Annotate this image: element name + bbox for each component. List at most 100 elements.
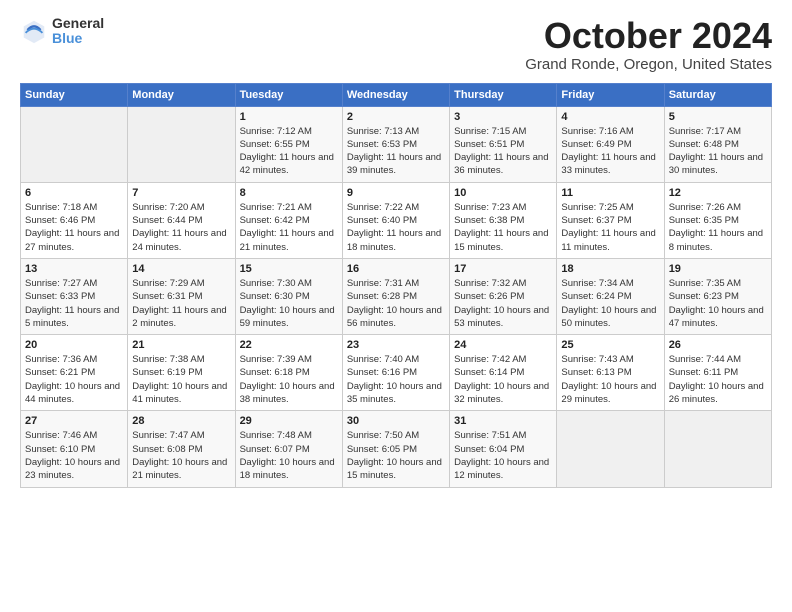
day-number: 28 <box>132 415 230 427</box>
day-info: Sunrise: 7:26 AMSunset: 6:35 PMDaylight:… <box>669 201 767 254</box>
day-info: Sunrise: 7:47 AMSunset: 6:08 PMDaylight:… <box>132 429 230 482</box>
calendar-cell: 23 Sunrise: 7:40 AMSunset: 6:16 PMDayligh… <box>342 335 449 411</box>
calendar-cell: 5Sunrise: 7:17 AMSunset: 6:48 PMDaylight… <box>664 106 771 182</box>
logo-icon <box>20 17 48 45</box>
day-info: Sunrise: 7:42 AMSunset: 6:14 PMDaylight:… <box>454 353 552 406</box>
day-info: Sunrise: 7:22 AMSunset: 6:40 PMDaylight:… <box>347 201 445 254</box>
day-number: 20 <box>25 339 123 351</box>
calendar-table: SundayMondayTuesdayWednesdayThursdayFrid… <box>20 83 772 488</box>
day-number: 10 <box>454 187 552 199</box>
day-info: Sunrise: 7:30 AMSunset: 6:30 PMDaylight:… <box>240 277 338 330</box>
day-number: 21 <box>132 339 230 351</box>
calendar-week-row: 1Sunrise: 7:12 AMSunset: 6:55 PMDaylight… <box>21 106 772 182</box>
day-info: Sunrise: 7:44 AMSunset: 6:11 PMDaylight:… <box>669 353 767 406</box>
calendar-cell: 29 Sunrise: 7:48 AMSunset: 6:07 PMDayligh… <box>235 411 342 487</box>
weekday-header: Sunday <box>21 83 128 106</box>
day-number: 29 <box>240 415 338 427</box>
calendar-cell: 7Sunrise: 7:20 AMSunset: 6:44 PMDaylight… <box>128 182 235 258</box>
day-info: Sunrise: 7:31 AMSunset: 6:28 PMDaylight:… <box>347 277 445 330</box>
day-number: 2 <box>347 111 445 123</box>
day-number: 16 <box>347 263 445 275</box>
calendar-cell: 26 Sunrise: 7:44 AMSunset: 6:11 PMDayligh… <box>664 335 771 411</box>
day-info: Sunrise: 7:16 AMSunset: 6:49 PMDaylight:… <box>561 125 659 178</box>
calendar-cell: 14 Sunrise: 7:29 AMSunset: 6:31 PMDayligh… <box>128 258 235 334</box>
day-info: Sunrise: 7:46 AMSunset: 6:10 PMDaylight:… <box>25 429 123 482</box>
day-number: 22 <box>240 339 338 351</box>
day-number: 26 <box>669 339 767 351</box>
day-number: 24 <box>454 339 552 351</box>
day-number: 27 <box>25 415 123 427</box>
calendar-cell: 27 Sunrise: 7:46 AMSunset: 6:10 PMDayligh… <box>21 411 128 487</box>
day-info: Sunrise: 7:40 AMSunset: 6:16 PMDaylight:… <box>347 353 445 406</box>
day-number: 1 <box>240 111 338 123</box>
weekday-header: Friday <box>557 83 664 106</box>
calendar-cell <box>557 411 664 487</box>
day-info: Sunrise: 7:38 AMSunset: 6:19 PMDaylight:… <box>132 353 230 406</box>
day-info: Sunrise: 7:39 AMSunset: 6:18 PMDaylight:… <box>240 353 338 406</box>
calendar-cell <box>128 106 235 182</box>
month-title: October 2024 <box>525 16 772 56</box>
day-info: Sunrise: 7:13 AMSunset: 6:53 PMDaylight:… <box>347 125 445 178</box>
day-info: Sunrise: 7:29 AMSunset: 6:31 PMDaylight:… <box>132 277 230 330</box>
calendar-cell: 4Sunrise: 7:16 AMSunset: 6:49 PMDaylight… <box>557 106 664 182</box>
weekday-header: Wednesday <box>342 83 449 106</box>
day-info: Sunrise: 7:32 AMSunset: 6:26 PMDaylight:… <box>454 277 552 330</box>
day-info: Sunrise: 7:43 AMSunset: 6:13 PMDaylight:… <box>561 353 659 406</box>
calendar-cell <box>21 106 128 182</box>
calendar-cell: 19 Sunrise: 7:35 AMSunset: 6:23 PMDayligh… <box>664 258 771 334</box>
day-number: 3 <box>454 111 552 123</box>
day-info: Sunrise: 7:51 AMSunset: 6:04 PMDaylight:… <box>454 429 552 482</box>
day-number: 5 <box>669 111 767 123</box>
calendar-cell: 18Sunrise: 7:34 AMSunset: 6:24 PMDayligh… <box>557 258 664 334</box>
day-info: Sunrise: 7:50 AMSunset: 6:05 PMDaylight:… <box>347 429 445 482</box>
day-number: 30 <box>347 415 445 427</box>
calendar-header-row: SundayMondayTuesdayWednesdayThursdayFrid… <box>21 83 772 106</box>
calendar-cell: 24 Sunrise: 7:42 AMSunset: 6:14 PMDayligh… <box>450 335 557 411</box>
day-info: Sunrise: 7:23 AMSunset: 6:38 PMDaylight:… <box>454 201 552 254</box>
calendar-cell: 9Sunrise: 7:22 AMSunset: 6:40 PMDaylight… <box>342 182 449 258</box>
calendar-cell: 21 Sunrise: 7:38 AMSunset: 6:19 PMDayligh… <box>128 335 235 411</box>
calendar-cell <box>664 411 771 487</box>
day-number: 23 <box>347 339 445 351</box>
calendar-week-row: 27 Sunrise: 7:46 AMSunset: 6:10 PMDayligh… <box>21 411 772 487</box>
day-number: 15 <box>240 263 338 275</box>
calendar-week-row: 13Sunrise: 7:27 AMSunset: 6:33 PMDayligh… <box>21 258 772 334</box>
day-number: 11 <box>561 187 659 199</box>
calendar-cell: 13Sunrise: 7:27 AMSunset: 6:33 PMDayligh… <box>21 258 128 334</box>
calendar-cell: 2 Sunrise: 7:13 AMSunset: 6:53 PMDaylight… <box>342 106 449 182</box>
day-number: 18 <box>561 263 659 275</box>
calendar-cell: 16 Sunrise: 7:31 AMSunset: 6:28 PMDayligh… <box>342 258 449 334</box>
calendar-cell: 6 Sunrise: 7:18 AMSunset: 6:46 PMDaylight… <box>21 182 128 258</box>
calendar-week-row: 6 Sunrise: 7:18 AMSunset: 6:46 PMDaylight… <box>21 182 772 258</box>
title-block: October 2024 Grand Ronde, Oregon, United… <box>525 16 772 73</box>
day-number: 7 <box>132 187 230 199</box>
calendar-cell: 12 Sunrise: 7:26 AMSunset: 6:35 PMDayligh… <box>664 182 771 258</box>
page-header: General Blue October 2024 Grand Ronde, O… <box>20 16 772 73</box>
weekday-header: Thursday <box>450 83 557 106</box>
day-number: 17 <box>454 263 552 275</box>
calendar-week-row: 20Sunrise: 7:36 AMSunset: 6:21 PMDayligh… <box>21 335 772 411</box>
calendar-cell: 1Sunrise: 7:12 AMSunset: 6:55 PMDaylight… <box>235 106 342 182</box>
day-number: 25 <box>561 339 659 351</box>
weekday-header: Tuesday <box>235 83 342 106</box>
logo-text: General Blue <box>52 16 104 47</box>
weekday-header: Saturday <box>664 83 771 106</box>
day-number: 6 <box>25 187 123 199</box>
day-number: 12 <box>669 187 767 199</box>
calendar-cell: 10 Sunrise: 7:23 AMSunset: 6:38 PMDayligh… <box>450 182 557 258</box>
day-info: Sunrise: 7:25 AMSunset: 6:37 PMDaylight:… <box>561 201 659 254</box>
day-info: Sunrise: 7:48 AMSunset: 6:07 PMDaylight:… <box>240 429 338 482</box>
logo-general: General <box>52 16 104 31</box>
day-info: Sunrise: 7:18 AMSunset: 6:46 PMDaylight:… <box>25 201 123 254</box>
logo-blue: Blue <box>52 31 104 46</box>
calendar-cell: 20Sunrise: 7:36 AMSunset: 6:21 PMDayligh… <box>21 335 128 411</box>
calendar-cell: 22 Sunrise: 7:39 AMSunset: 6:18 PMDayligh… <box>235 335 342 411</box>
calendar-cell: 11 Sunrise: 7:25 AMSunset: 6:37 PMDayligh… <box>557 182 664 258</box>
day-info: Sunrise: 7:27 AMSunset: 6:33 PMDaylight:… <box>25 277 123 330</box>
day-number: 14 <box>132 263 230 275</box>
calendar-cell: 25 Sunrise: 7:43 AMSunset: 6:13 PMDayligh… <box>557 335 664 411</box>
day-number: 19 <box>669 263 767 275</box>
day-info: Sunrise: 7:21 AMSunset: 6:42 PMDaylight:… <box>240 201 338 254</box>
day-info: Sunrise: 7:35 AMSunset: 6:23 PMDaylight:… <box>669 277 767 330</box>
calendar-cell: 28 Sunrise: 7:47 AMSunset: 6:08 PMDayligh… <box>128 411 235 487</box>
